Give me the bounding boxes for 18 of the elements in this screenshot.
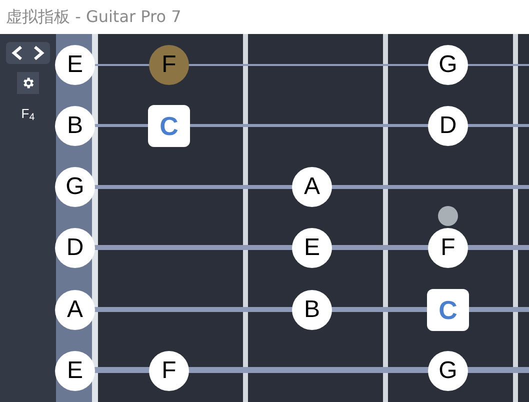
- note-marker[interactable]: F: [428, 228, 468, 268]
- note-marker[interactable]: E: [292, 228, 332, 268]
- root-note-marker[interactable]: C: [427, 289, 469, 331]
- fret-marker-icon: [438, 206, 458, 226]
- note-marker[interactable]: A: [292, 167, 332, 207]
- chevron-right-icon: [33, 45, 45, 61]
- note-marker[interactable]: B: [292, 290, 332, 330]
- root-note-marker[interactable]: C: [148, 105, 190, 147]
- window-title: 虚拟指板 - Guitar Pro 7: [6, 6, 182, 28]
- note-marker[interactable]: F: [149, 45, 189, 85]
- note-marker[interactable]: G: [428, 351, 468, 391]
- note-marker[interactable]: G: [428, 45, 468, 85]
- settings-button[interactable]: [17, 72, 39, 94]
- settings-icon: [21, 76, 35, 90]
- note-marker[interactable]: D: [428, 106, 468, 146]
- current-note-label: F$_{4}$: [21, 105, 35, 124]
- note-marker[interactable]: F: [149, 351, 189, 391]
- chevron-left-icon: [11, 45, 23, 61]
